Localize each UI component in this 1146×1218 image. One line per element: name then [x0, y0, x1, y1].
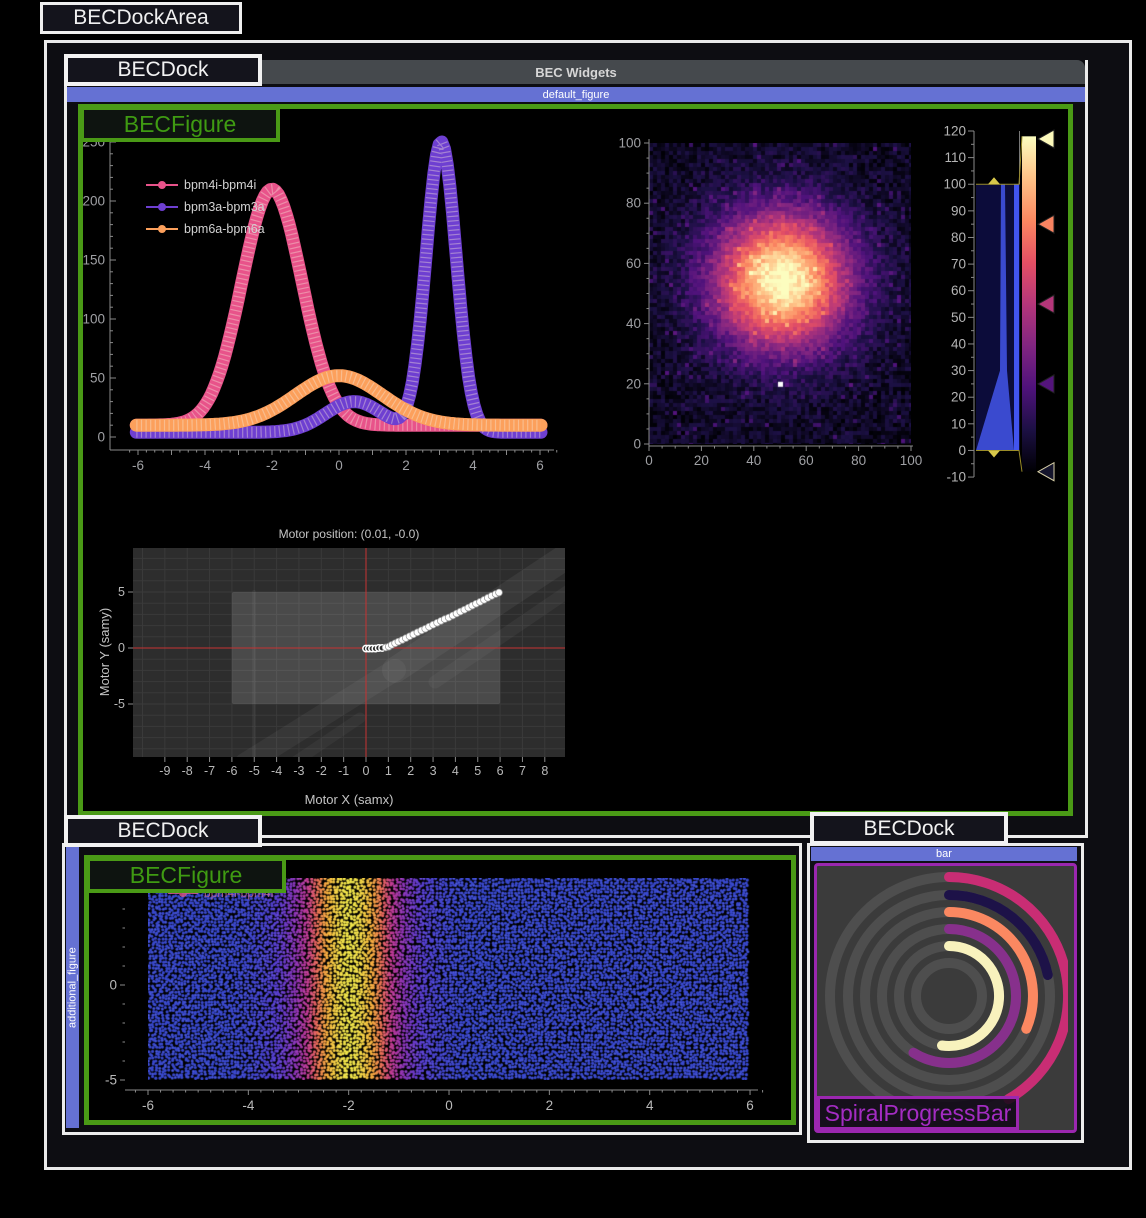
svg-text:0: 0	[958, 443, 966, 458]
svg-text:2: 2	[402, 458, 410, 473]
svg-text:bpm4i-bpm4i: bpm4i-bpm4i	[184, 178, 256, 192]
svg-text:6: 6	[497, 764, 504, 778]
svg-text:Motor X (samx): Motor X (samx)	[305, 792, 394, 807]
svg-text:80: 80	[851, 453, 866, 468]
svg-text:4: 4	[469, 458, 477, 473]
svg-text:2: 2	[407, 764, 414, 778]
svg-text:8: 8	[541, 764, 548, 778]
svg-text:120: 120	[943, 124, 966, 139]
svg-text:-10: -10	[946, 470, 966, 485]
svg-text:0: 0	[645, 453, 653, 468]
svg-text:4: 4	[452, 764, 459, 778]
dock-titlebar-default-figure[interactable]: default_figure	[67, 87, 1085, 102]
scatter-waveform-plot[interactable]	[148, 878, 750, 1080]
spiral-widget-title: SpiralProgressBar	[817, 1096, 1019, 1130]
svg-text:0: 0	[109, 978, 117, 993]
svg-text:bpm6a-bpm6a: bpm6a-bpm6a	[184, 222, 265, 236]
svg-text:80: 80	[626, 196, 641, 211]
svg-text:50: 50	[951, 310, 966, 325]
svg-text:20: 20	[694, 453, 709, 468]
svg-text:1: 1	[385, 764, 392, 778]
svg-text:-2: -2	[266, 458, 278, 473]
svg-text:Motor Y (samy): Motor Y (samy)	[97, 608, 112, 696]
svg-text:3: 3	[430, 764, 437, 778]
motor-map-plot[interactable]: Motor position: (0.01, -0.0) -9 -8 -7 -6 -5 -4…	[95, 522, 615, 822]
svg-text:-6: -6	[142, 1098, 154, 1113]
top-dock-label: BECDock	[64, 54, 262, 86]
svg-text:-6: -6	[132, 458, 144, 473]
dock-area-title: BECDockArea	[40, 2, 242, 34]
svg-text:0: 0	[118, 641, 125, 655]
svg-text:100: 100	[900, 453, 923, 468]
svg-text:-2: -2	[316, 764, 327, 778]
waveform-plot[interactable]: -6-4-20246050100150200250bpm4i-bpm4ibpm3…	[82, 112, 602, 497]
svg-text:20: 20	[951, 390, 966, 405]
svg-text:-5: -5	[105, 1073, 117, 1088]
svg-text:30: 30	[951, 363, 966, 378]
svg-text:200: 200	[82, 194, 105, 209]
main-figure-title: BECFigure	[80, 106, 280, 142]
bottom-left-dock-label: BECDock	[64, 815, 262, 847]
svg-text:100: 100	[82, 312, 105, 327]
svg-text:-9: -9	[159, 764, 170, 778]
svg-text:-4: -4	[242, 1098, 254, 1113]
svg-text:80: 80	[951, 230, 966, 245]
svg-text:90: 90	[951, 203, 966, 218]
svg-text:-4: -4	[271, 764, 282, 778]
svg-text:0: 0	[445, 1098, 453, 1113]
svg-text:50: 50	[90, 371, 105, 386]
svg-text:5: 5	[474, 764, 481, 778]
svg-text:-5: -5	[114, 697, 125, 711]
svg-text:-1: -1	[338, 764, 349, 778]
dock-titlebar-bar[interactable]: bar	[811, 847, 1077, 861]
svg-text:-6: -6	[226, 764, 237, 778]
svg-text:4: 4	[646, 1098, 654, 1113]
svg-text:7: 7	[519, 764, 526, 778]
heatmap-axes: 0 20 40 60 80 100 0 20 40 60 80 100	[605, 125, 950, 485]
bottom-right-dock-label: BECDock	[810, 812, 1008, 845]
svg-text:-5: -5	[249, 764, 260, 778]
svg-text:10: 10	[951, 416, 966, 431]
svg-text:0: 0	[97, 430, 105, 445]
svg-text:6: 6	[536, 458, 544, 473]
svg-text:-2: -2	[343, 1098, 355, 1113]
svg-text:-7: -7	[204, 764, 215, 778]
svg-text:20: 20	[626, 376, 641, 391]
svg-text:40: 40	[746, 453, 761, 468]
svg-text:2: 2	[546, 1098, 554, 1113]
svg-text:60: 60	[951, 283, 966, 298]
svg-text:5: 5	[118, 585, 125, 599]
svg-text:40: 40	[626, 316, 641, 331]
svg-text:60: 60	[626, 256, 641, 271]
svg-text:100: 100	[943, 177, 966, 192]
svg-text:bpm3a-bpm3a: bpm3a-bpm3a	[184, 200, 265, 214]
svg-text:6: 6	[746, 1098, 754, 1113]
svg-text:Motor position: (0.01, -0.0): Motor position: (0.01, -0.0)	[279, 527, 420, 541]
histogram-lut[interactable]: -10 0 10 20 30 40 50 60 70 80 90 100 110 120	[930, 118, 1076, 490]
dock-titlebar-additional-figure[interactable]: additional_figure	[66, 847, 79, 1128]
svg-text:70: 70	[951, 257, 966, 272]
spiral-progress-bar[interactable]	[817, 866, 1068, 1124]
svg-text:100: 100	[618, 136, 641, 151]
svg-text:150: 150	[82, 253, 105, 268]
svg-text:0: 0	[335, 458, 343, 473]
svg-text:40: 40	[951, 336, 966, 351]
svg-text:0: 0	[633, 437, 641, 452]
bottom-figure-title: BECFigure	[86, 857, 286, 893]
svg-text:-8: -8	[182, 764, 193, 778]
svg-text:60: 60	[799, 453, 814, 468]
svg-text:-3: -3	[293, 764, 304, 778]
svg-text:0: 0	[363, 764, 370, 778]
svg-text:110: 110	[944, 150, 966, 165]
svg-text:-4: -4	[199, 458, 211, 473]
